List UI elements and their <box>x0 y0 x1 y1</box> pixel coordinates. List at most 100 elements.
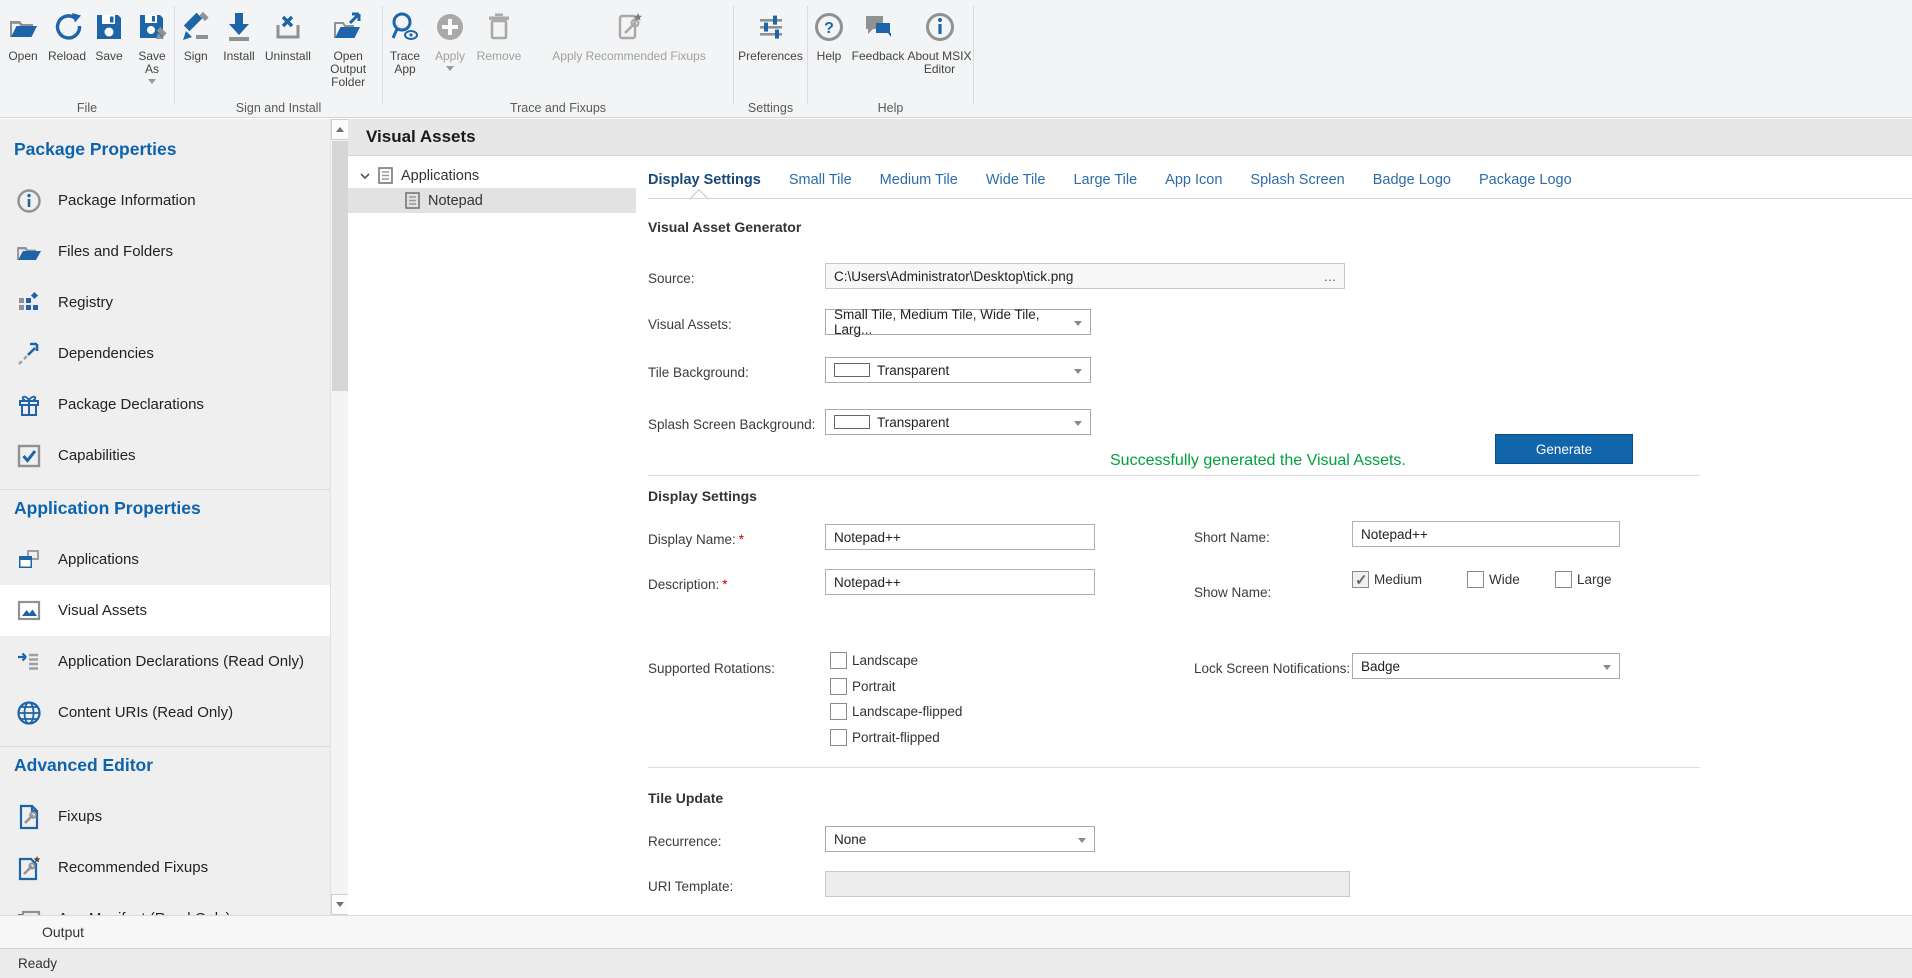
output-label: Output <box>42 924 84 940</box>
uri-template-label: URI Template: <box>648 879 733 894</box>
save-as-button[interactable]: Save As <box>130 6 174 87</box>
show-name-label: Show Name: <box>1194 585 1271 600</box>
trace-app-button[interactable]: Trace App <box>383 6 427 76</box>
tree-node-applications[interactable]: Applications <box>348 163 636 188</box>
generate-button[interactable]: Generate <box>1495 434 1633 464</box>
tab-badge-logo[interactable]: Badge Logo <box>1373 172 1451 188</box>
sidebar-item-visual-assets[interactable]: Visual Assets <box>0 585 330 636</box>
tree-node-label: Notepad <box>428 193 483 209</box>
tree-node-notepad[interactable]: Notepad <box>348 188 636 213</box>
tab-underline <box>648 198 1912 199</box>
show-name-wide-checkbox[interactable]: Wide <box>1467 571 1520 588</box>
uri-template-input <box>825 871 1350 897</box>
help-button[interactable]: ? Help <box>808 6 850 63</box>
show-name-medium-checkbox[interactable]: Medium <box>1352 571 1422 588</box>
checkbox-checked-icon[interactable] <box>1352 571 1369 588</box>
scroll-up-button[interactable] <box>331 119 349 140</box>
splash-screen-background-dropdown[interactable]: Transparent <box>825 409 1091 435</box>
sidebar-item-content-uris[interactable]: Content URIs (Read Only) <box>0 687 330 738</box>
tab-package-logo[interactable]: Package Logo <box>1479 172 1572 188</box>
open-output-folder-label: Open Output Folder <box>314 50 382 89</box>
reload-button[interactable]: Reload <box>46 6 88 63</box>
recurrence-dropdown[interactable]: None <box>825 826 1095 852</box>
about-msix-editor-button[interactable]: About MSIX Editor <box>906 6 973 76</box>
applications-tree: Applications Notepad <box>348 157 636 915</box>
apply-label: Apply <box>435 50 465 63</box>
sidebar-item-files-and-folders[interactable]: Files and Folders <box>0 226 330 277</box>
checkbox-icon[interactable] <box>1467 571 1484 588</box>
show-name-large-checkbox[interactable]: Large <box>1555 571 1612 588</box>
sidebar-item-dependencies[interactable]: Dependencies <box>0 328 330 379</box>
uninstall-icon <box>272 8 304 46</box>
preferences-sliders-icon <box>755 8 787 46</box>
sidebar-item-application-declarations[interactable]: Application Declarations (Read Only) <box>0 636 330 687</box>
open-output-folder-button[interactable]: Open Output Folder <box>314 6 382 89</box>
open-button[interactable]: Open <box>0 6 46 63</box>
preferences-button[interactable]: Preferences <box>734 6 807 63</box>
source-label: Source: <box>648 271 695 286</box>
description-input[interactable]: Notepad++ <box>825 569 1095 595</box>
checkbox-icon[interactable] <box>830 703 847 720</box>
tab-small-tile[interactable]: Small Tile <box>789 172 852 188</box>
sidebar-item-package-information[interactable]: Package Information <box>0 175 330 226</box>
tile-background-dropdown[interactable]: Transparent <box>825 357 1091 383</box>
toolbar-group-settings-label: Settings <box>734 101 807 115</box>
rotation-landscape-flipped-checkbox[interactable]: Landscape-flipped <box>830 703 962 720</box>
tile-background-label: Tile Background: <box>648 365 749 380</box>
lock-screen-notifications-dropdown[interactable]: Badge <box>1352 653 1620 679</box>
document-icon <box>378 167 393 184</box>
rotation-portrait-flipped-checkbox[interactable]: Portrait-flipped <box>830 729 940 746</box>
tab-wide-tile[interactable]: Wide Tile <box>986 172 1046 188</box>
sidebar-item-applications[interactable]: Applications <box>0 534 330 585</box>
toolbar-group-file: Open Reload Save <box>0 0 174 118</box>
manifest-doc-icon <box>16 906 42 916</box>
splash-screen-background-label: Splash Screen Background: <box>648 417 815 432</box>
checkbox-icon[interactable] <box>830 729 847 746</box>
display-name-input[interactable]: Notepad++ <box>825 524 1095 550</box>
visual-assets-dropdown[interactable]: Small Tile, Medium Tile, Wide Tile, Larg… <box>825 309 1091 335</box>
sidebar-item-recommended-fixups[interactable]: Recommended Fixups <box>0 842 330 893</box>
chevron-down-icon[interactable] <box>358 169 372 183</box>
tab-app-icon[interactable]: App Icon <box>1165 172 1222 188</box>
supported-rotations-label: Supported Rotations: <box>648 661 775 676</box>
sidebar-item-package-declarations[interactable]: Package Declarations <box>0 379 330 430</box>
tab-display-settings[interactable]: Display Settings <box>648 172 761 188</box>
remove-trash-icon <box>483 8 515 46</box>
sign-button[interactable]: Sign <box>175 6 216 63</box>
recommended-fixups-icon <box>613 8 645 46</box>
document-icon <box>405 192 420 209</box>
trace-app-label: Trace App <box>383 50 427 76</box>
save-icon <box>93 8 125 46</box>
save-label: Save <box>95 50 122 63</box>
scrollbar-thumb[interactable] <box>332 141 348 391</box>
checkbox-icon[interactable] <box>830 652 847 669</box>
sidebar-scrollbar[interactable] <box>330 119 348 915</box>
short-name-input[interactable]: Notepad++ <box>1352 521 1620 547</box>
feedback-button[interactable]: Feedback <box>850 6 906 63</box>
sidebar-item-app-manifest[interactable]: App Manifest (Read Only) <box>0 893 330 915</box>
scroll-down-button[interactable] <box>331 894 349 915</box>
output-bar[interactable]: Output <box>0 915 1912 948</box>
tab-splash-screen[interactable]: Splash Screen <box>1250 172 1344 188</box>
rotation-portrait-checkbox[interactable]: Portrait <box>830 678 896 695</box>
rotation-landscape-checkbox[interactable]: Landscape <box>830 652 918 669</box>
save-button[interactable]: Save <box>88 6 130 63</box>
uninstall-button[interactable]: Uninstall <box>262 6 315 63</box>
tab-large-tile[interactable]: Large Tile <box>1073 172 1137 188</box>
help-label: Help <box>817 50 842 63</box>
tab-medium-tile[interactable]: Medium Tile <box>880 172 958 188</box>
browse-button[interactable]: … <box>1320 267 1340 285</box>
sidebar-item-fixups[interactable]: Fixups <box>0 791 330 842</box>
chevron-down-icon[interactable] <box>148 79 156 87</box>
apply-button[interactable]: Apply <box>427 6 473 74</box>
install-button[interactable]: Install <box>216 6 261 63</box>
checkbox-icon[interactable] <box>1555 571 1572 588</box>
sidebar-item-registry[interactable]: Registry <box>0 277 330 328</box>
tab-bar: Display Settings Small Tile Medium Tile … <box>648 165 1600 195</box>
apply-recommended-fixups-button[interactable]: Apply Recommended Fixups <box>525 6 733 63</box>
checkbox-icon[interactable] <box>830 678 847 695</box>
source-input[interactable]: C:\Users\Administrator\Desktop\tick.png … <box>825 263 1345 289</box>
sidebar-item-capabilities[interactable]: Capabilities <box>0 430 330 481</box>
folder-icon <box>16 239 42 265</box>
remove-button[interactable]: Remove <box>473 6 525 63</box>
